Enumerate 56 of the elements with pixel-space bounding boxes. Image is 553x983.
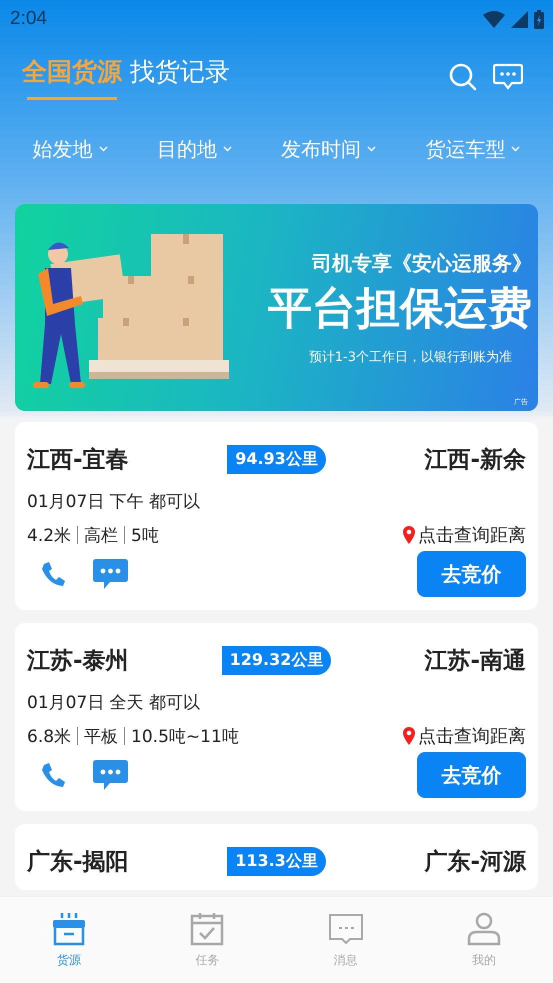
battery-icon <box>534 10 544 28</box>
spec-text: 5吨 <box>131 524 159 546</box>
filter-dropdown[interactable]: 始发地 <box>26 134 114 164</box>
location-pin-icon <box>403 727 415 745</box>
bid-button[interactable]: 去竞价 <box>417 752 526 798</box>
origin-city: 江苏-泰州 <box>27 647 130 676</box>
schedule-text: 01月07日 全天 都可以 <box>27 692 202 714</box>
cargo-box-icon <box>52 912 86 946</box>
destination-city: 江西-新余 <box>423 446 526 475</box>
person-icon <box>466 912 501 946</box>
signal-icon <box>511 10 528 28</box>
wifi-icon <box>483 10 505 28</box>
banner-note: 预计1-3个工作日，以银行到账为准 <box>308 348 512 366</box>
location-pin-icon <box>403 526 415 544</box>
banner-subtitle: 司机专享《安心运服务》 <box>312 250 532 276</box>
chat-icon[interactable] <box>93 760 128 790</box>
spec-text: 平板 <box>84 726 118 748</box>
origin-city: 广东-揭阳 <box>27 848 130 877</box>
spec-text: 4.2米 <box>27 524 72 546</box>
schedule-text: 01月07日 下午 都可以 <box>27 491 202 513</box>
phone-icon[interactable] <box>41 561 65 587</box>
origin-city: 江西-宜春 <box>27 446 130 475</box>
destination-city: 广东-河源 <box>423 848 526 877</box>
spec-text: 6.8米 <box>27 726 72 748</box>
cargo-card[interactable]: 江西-宜春 94.93公里 江西-新余 01月07日 下午 都可以 4.2米 高栏 5吨 点击查询距离 去竞价 <box>15 422 538 610</box>
caret-icon <box>511 146 520 152</box>
caret-icon <box>367 146 376 152</box>
filter-dropdown[interactable]: 发布时间 <box>275 134 382 164</box>
caret-icon <box>98 146 108 152</box>
calendar-check-icon <box>190 912 224 946</box>
cargo-card[interactable]: 广东-揭阳 113.3公里 广东-河源 <box>15 824 538 890</box>
search-icon[interactable] <box>449 63 477 91</box>
spec-text: 高栏 <box>84 524 118 546</box>
message-icon <box>328 912 363 946</box>
nav-tab[interactable]: 任务 <box>167 912 248 968</box>
spec-text: 10.5吨~11吨 <box>131 726 239 748</box>
banner-headline: 平台担保运费 <box>268 282 532 336</box>
status-time: 2:04 <box>10 8 47 30</box>
phone-icon[interactable] <box>41 762 65 788</box>
distance-badge: 94.93公里 <box>227 445 326 474</box>
distance-badge: 113.3公里 <box>227 847 326 876</box>
destination-city: 江苏-南通 <box>423 647 526 676</box>
message-icon[interactable] <box>493 63 523 91</box>
nav-tab[interactable]: 消息 <box>306 912 386 968</box>
caret-icon <box>222 146 232 152</box>
query-distance-link[interactable]: 点击查询距离 <box>418 523 526 547</box>
cargo-card[interactable]: 江苏-泰州 129.32公里 江苏-南通 01月07日 全天 都可以 6.8米 平板 10.5吨~11吨 点击查询距离 去竞价 <box>15 623 538 811</box>
filter-dropdown[interactable]: 货运车型 <box>419 134 526 164</box>
distance-badge: 129.32公里 <box>222 646 332 675</box>
query-distance-link[interactable]: 点击查询距离 <box>418 724 526 748</box>
nav-tab[interactable]: 货源 <box>29 912 110 968</box>
chat-icon[interactable] <box>93 559 128 589</box>
nav-tab[interactable]: 我的 <box>444 912 524 968</box>
filter-dropdown[interactable]: 目的地 <box>150 134 238 164</box>
bid-button[interactable]: 去竞价 <box>417 551 526 597</box>
header-tab[interactable]: 找货记录 <box>130 54 230 100</box>
